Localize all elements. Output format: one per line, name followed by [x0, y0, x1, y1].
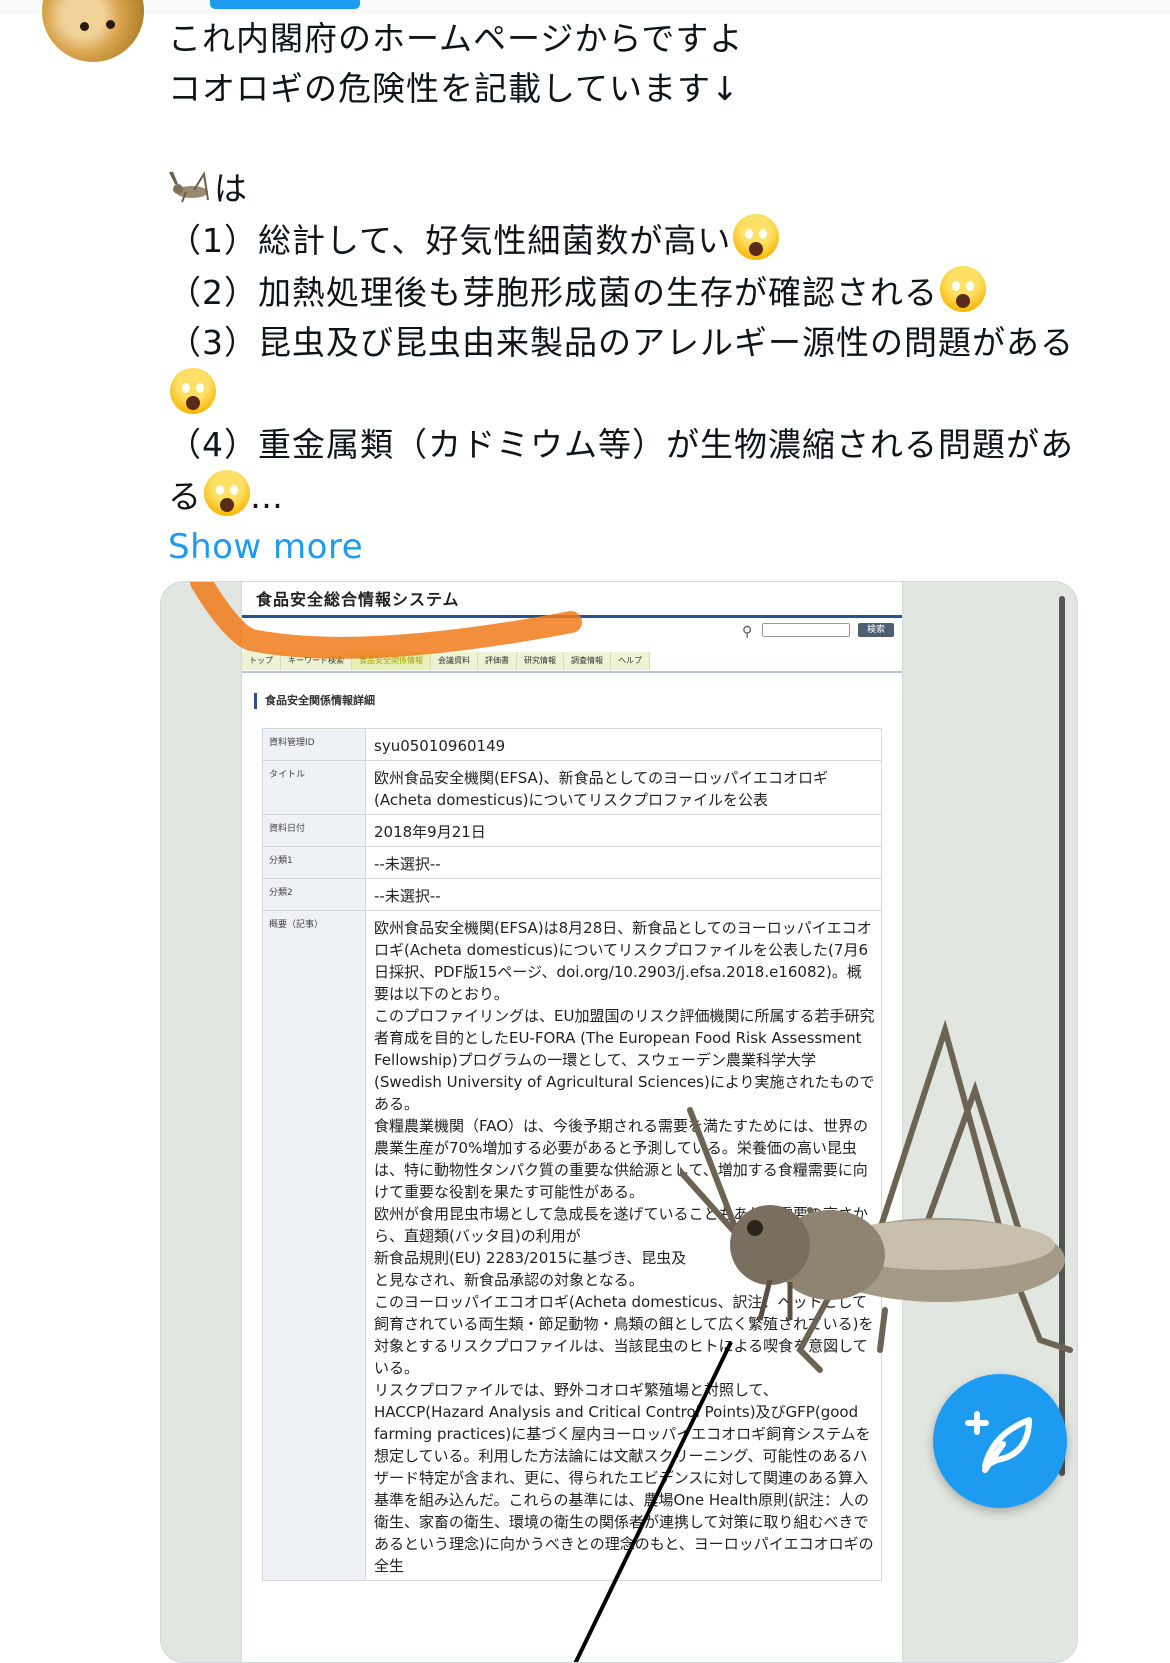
table-row: 資料日付 2018年9月21日 — [262, 814, 882, 847]
row-value: --未選択-- — [365, 878, 882, 911]
row-key: 資料管理ID — [262, 728, 366, 761]
scream-emoji-icon — [204, 470, 250, 516]
tweet-fragment: （1）総計して、好気性細菌数が高い — [168, 221, 732, 260]
tweet-fragment: は — [214, 169, 248, 208]
compose-feather-icon — [965, 1411, 1032, 1473]
tweet-line: る… — [168, 470, 1128, 522]
row-value: 欧州食品安全機関(EFSA)、新食品としてのヨーロッパイエコオロギ(Acheta… — [365, 760, 882, 815]
search-input — [762, 623, 850, 637]
cricket-icon — [169, 171, 209, 203]
orange-highlight-stroke — [190, 582, 582, 659]
avatar-eye — [80, 22, 89, 31]
tweet-line: （4）重金属類（カドミウム等）が生物濃縮される問題があ — [168, 425, 1074, 464]
row-key: 分類1 — [262, 846, 366, 879]
row-value: 2018年9月21日 — [365, 814, 882, 847]
tweet-line — [168, 368, 1128, 420]
scroll-indicator — [210, 0, 360, 9]
tweet-line: これ内閣府のホームページからですよ — [168, 19, 744, 58]
table-row: タイトル 欧州食品安全機関(EFSA)、新食品としてのヨーロッパイエコオロギ(Ac… — [262, 760, 882, 815]
tweet-line: （1）総計して、好気性細菌数が高い — [168, 214, 1128, 266]
search-bar: ⚲ 検索 — [742, 622, 902, 642]
tweet-fragment: （2）加熱処理後も芽胞形成菌の生存が確認される — [168, 273, 938, 312]
row-value: --未選択-- — [365, 846, 882, 879]
tweet-text: これ内閣府のホームページからですよ コオロギの危険性を記載しています↓ は （1… — [168, 14, 1128, 572]
tweet-fragment: る — [168, 477, 202, 516]
tweet-line: は — [168, 164, 1128, 214]
avatar[interactable] — [42, 0, 144, 62]
avatar-eye — [106, 20, 115, 29]
show-more-link[interactable]: Show more — [168, 522, 1128, 572]
row-key: タイトル — [262, 760, 366, 815]
row-value: syu05010960149 — [365, 728, 882, 761]
tweet-line: （2）加熱処理後も芽胞形成菌の生存が確認される — [168, 266, 1128, 318]
table-row: 資料管理ID syu05010960149 — [262, 728, 882, 761]
row-key: 概要（記事） — [262, 910, 366, 1581]
tweet-line: コオロギの危険性を記載しています↓ — [168, 69, 740, 108]
table-row: 分類1 --未選択-- — [262, 846, 882, 879]
compose-button[interactable] — [933, 1374, 1067, 1508]
search-button: 検索 — [858, 623, 894, 637]
scream-emoji-icon — [170, 368, 216, 414]
row-key: 資料日付 — [262, 814, 366, 847]
row-key: 分類2 — [262, 878, 366, 911]
tweet-line: （3）昆虫及び昆虫由来製品のアレルギー源性の問題がある — [168, 323, 1074, 362]
section-heading: 食品安全関係情報詳細 — [254, 693, 375, 709]
table-row: 分類2 --未選択-- — [262, 878, 882, 911]
scream-emoji-icon — [940, 266, 986, 312]
tweet-fragment: … — [250, 477, 284, 516]
top-bar — [0, 0, 1170, 14]
scream-emoji-icon — [733, 214, 780, 260]
